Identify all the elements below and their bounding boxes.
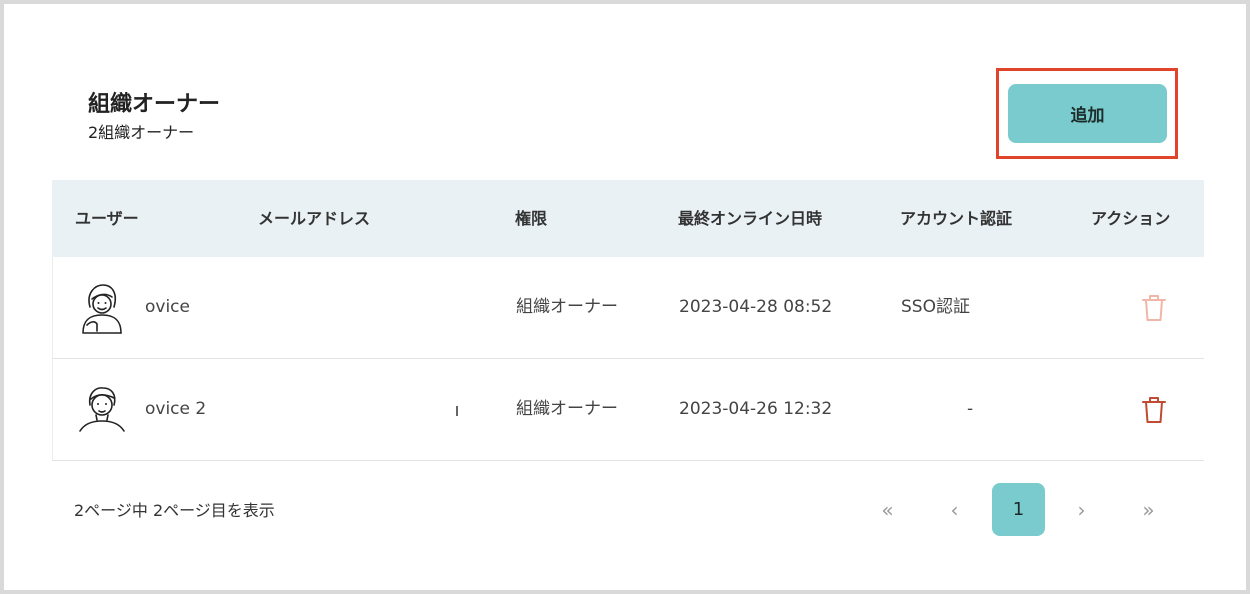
column-last-online: 最終オンライン日時 [678,209,823,228]
column-user: ユーザー [75,209,139,228]
current-page-button[interactable]: 1 [992,483,1045,536]
owners-table: ユーザー メールアドレス 権限 最終オンライン日時 アカウント認証 アクション … [52,180,1204,461]
male-avatar-icon [79,387,125,432]
column-account-auth: アカウント認証 [900,209,1013,228]
column-email: メールアドレス [258,209,371,228]
account-auth: SSO認証 [901,297,970,317]
pagination-info: 2ページ中 2ページ目を表示 [74,501,275,520]
text-cursor-mark [456,406,458,416]
user-name: ovice 2 [145,399,207,419]
trash-icon[interactable] [1141,293,1167,323]
last-online: 2023-04-28 08:52 [679,297,833,317]
user-role: 組織オーナー [516,399,618,419]
table-header: ユーザー メールアドレス 権限 最終オンライン日時 アカウント認証 アクション [52,180,1204,257]
table-row: ovice 組織オーナー 2023-04-28 08:52 SSO認証 [52,257,1204,359]
page-title: 組織オーナー [88,92,221,117]
account-auth: - [967,399,974,419]
next-page-button[interactable]: › [1055,483,1108,536]
user-role: 組織オーナー [516,297,618,317]
last-online: 2023-04-26 12:32 [679,399,833,419]
column-action: アクション [1091,209,1171,228]
add-button[interactable]: 追加 [1008,84,1167,143]
female-avatar-icon [82,284,122,334]
owner-count: 2組織オーナー [88,123,195,142]
user-name: ovice [145,297,190,317]
column-role: 権限 [515,209,548,228]
trash-icon[interactable] [1141,395,1167,425]
table-row: ovice 2 組織オーナー 2023-04-26 12:32 - [52,359,1204,461]
previous-page-button[interactable]: ‹ [928,483,981,536]
first-page-button[interactable]: « [861,483,914,536]
last-page-button[interactable]: » [1122,483,1175,536]
